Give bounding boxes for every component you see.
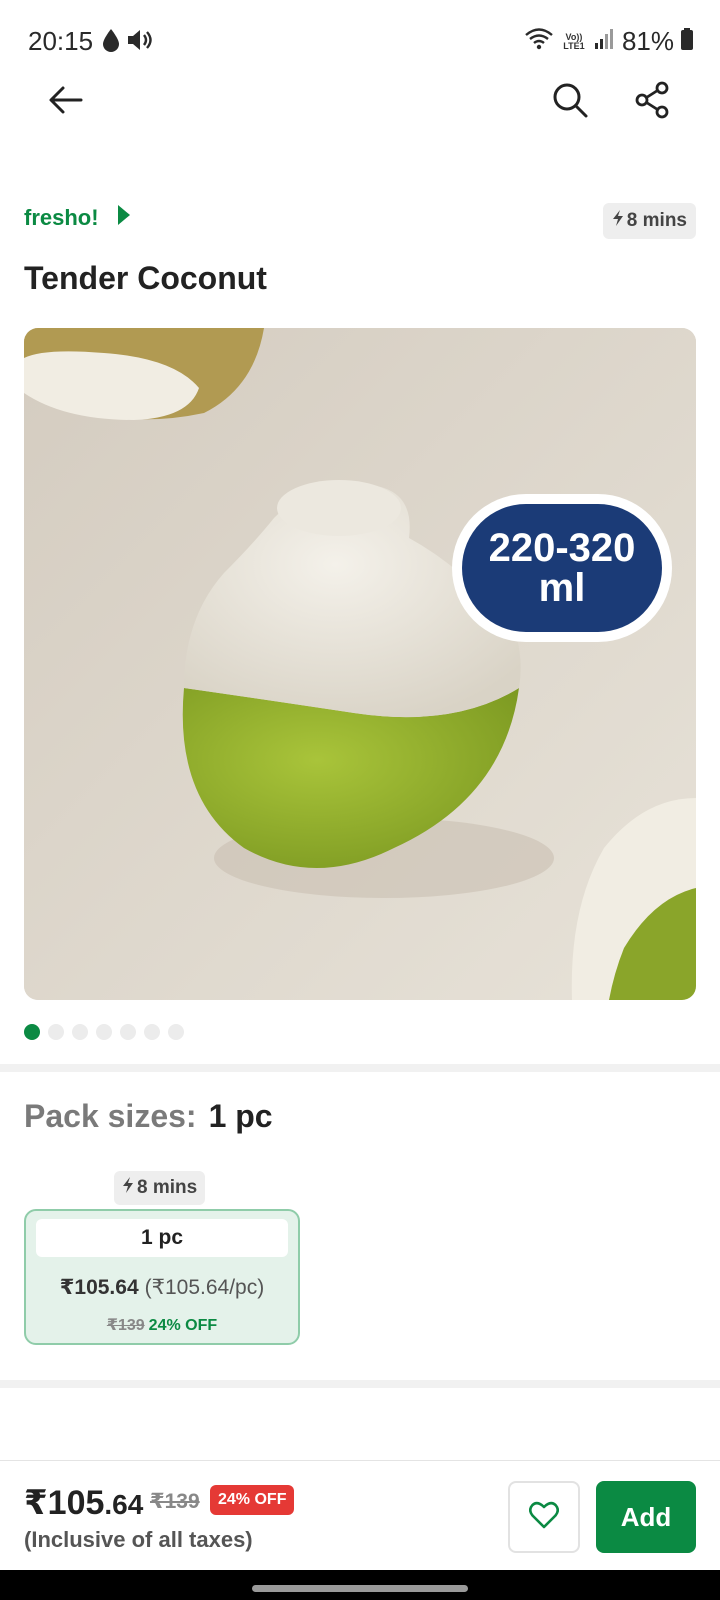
tax-note: (Inclusive of all taxes) — [24, 1527, 253, 1552]
carousel-dot[interactable] — [24, 1024, 40, 1040]
system-nav-bar — [0, 1570, 720, 1600]
pack-sizes-selected: 1 pc — [208, 1098, 273, 1134]
bottom-mrp: ₹139 — [150, 1490, 200, 1513]
status-bar: 20:15 Vo)) LTE1 81% — [0, 0, 720, 80]
status-left-icons — [102, 28, 154, 57]
bottom-price-main: ₹105 — [24, 1484, 105, 1522]
network-label: Vo)) LTE1 — [563, 31, 585, 51]
carousel-dot[interactable] — [120, 1024, 136, 1040]
lightning-icon — [612, 209, 624, 233]
brand-link[interactable]: fresho! — [24, 204, 131, 231]
pack-option-card[interactable]: 1 pc ₹105.64 (₹105.64/pc) ₹139 24% OFF — [24, 1209, 300, 1345]
wishlist-button[interactable] — [508, 1481, 580, 1553]
carousel-dot[interactable] — [72, 1024, 88, 1040]
signal-icon — [594, 27, 616, 56]
pack-option-mrp: ₹139 — [106, 1317, 145, 1334]
volume-badge: 220-320 ml — [452, 494, 672, 642]
section-divider — [0, 1380, 720, 1388]
pack-delivery-time: 8 mins — [137, 1177, 198, 1198]
pack-option-unit-price: (₹105.64/pc) — [144, 1276, 265, 1299]
section-divider — [0, 1064, 720, 1072]
product-title: Tender Coconut — [24, 260, 267, 296]
bottom-discount-badge: 24% OFF — [210, 1485, 295, 1515]
battery-icon — [680, 27, 694, 56]
add-to-cart-button[interactable]: Add — [596, 1481, 696, 1553]
back-arrow-icon — [48, 84, 84, 121]
brand-name: fresho! — [24, 204, 99, 230]
search-button[interactable] — [542, 74, 598, 130]
image-carousel-dots — [24, 1024, 184, 1040]
bottom-price: ₹105.64 — [24, 1483, 143, 1523]
share-button[interactable] — [624, 74, 680, 130]
bottom-price-decimal: .64 — [104, 1489, 144, 1520]
back-button[interactable] — [38, 74, 94, 130]
pack-delivery-chip: 8 mins — [114, 1171, 206, 1205]
pack-option-discount: 24% OFF — [148, 1317, 218, 1334]
bottom-action-bar: ₹105.64 ₹139 24% OFF (Inclusive of all t… — [0, 1460, 720, 1570]
drop-icon — [102, 28, 120, 57]
pack-option-price-row: ₹105.64 (₹105.64/pc) — [26, 1275, 298, 1300]
pack-sizes-heading: Pack sizes: 1 pc — [24, 1098, 273, 1135]
carousel-dot[interactable] — [96, 1024, 112, 1040]
pack-option-size: 1 pc — [36, 1219, 288, 1257]
status-time: 20:15 — [28, 26, 94, 56]
carousel-dot[interactable] — [48, 1024, 64, 1040]
coconut-illustration — [24, 328, 696, 1000]
heart-icon — [528, 1501, 560, 1534]
lightning-icon — [122, 1176, 134, 1200]
carousel-dot[interactable] — [144, 1024, 160, 1040]
pack-sizes-label: Pack sizes: — [24, 1098, 197, 1134]
search-icon — [551, 81, 589, 124]
carousel-dot[interactable] — [168, 1024, 184, 1040]
delivery-time-text: 8 mins — [626, 210, 687, 231]
wifi-icon — [524, 27, 554, 56]
home-gesture-handle[interactable] — [252, 1585, 468, 1592]
pack-option-discount-row: ₹139 24% OFF — [26, 1315, 298, 1335]
play-arrow-icon — [117, 204, 131, 231]
volume-badge-unit: ml — [538, 566, 586, 610]
volume-badge-range: 220-320 — [488, 526, 636, 570]
battery-level: 81% — [621, 26, 674, 56]
share-icon — [634, 81, 670, 124]
product-image[interactable]: 220-320 ml — [24, 328, 696, 1000]
delivery-time-chip: 8 mins — [602, 203, 696, 239]
volume-icon — [126, 28, 154, 57]
status-right: Vo)) LTE1 81% — [524, 26, 694, 57]
pack-option-price: ₹105.64 — [59, 1276, 139, 1299]
